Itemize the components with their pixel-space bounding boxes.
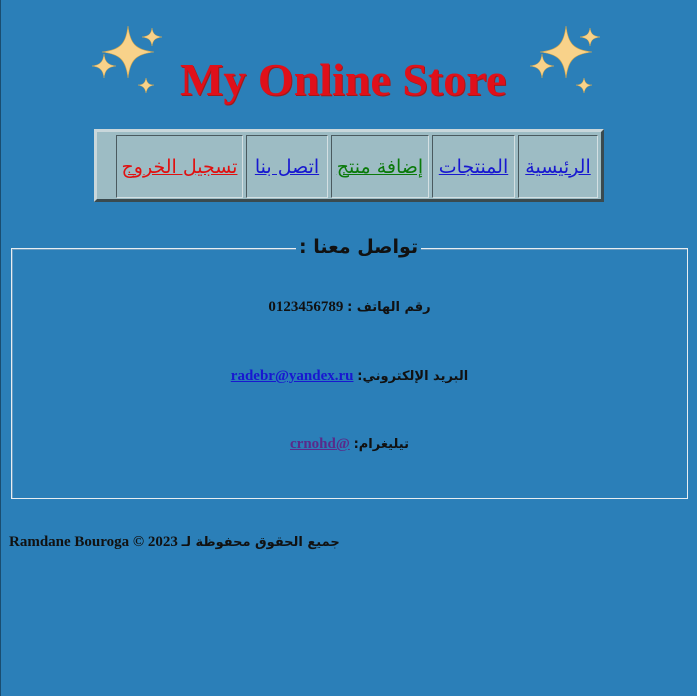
sparkles-icon bbox=[92, 25, 163, 94]
copyright-symbol: © bbox=[132, 534, 145, 550]
sparkles-icon bbox=[530, 25, 601, 94]
email-link[interactable]: radebr@yandex.ru bbox=[231, 368, 354, 384]
nav-add-product-link[interactable]: إضافة منتج bbox=[331, 135, 429, 198]
site-header: My Online Store bbox=[0, 22, 697, 105]
footer-year: 2023 bbox=[147, 534, 178, 550]
contact-legend: تواصل معنا : bbox=[296, 236, 422, 258]
page-left-edge bbox=[0, 0, 1, 696]
phone-label: رقم الهاتف : bbox=[347, 300, 431, 315]
nav-products-link[interactable]: المنتجات bbox=[432, 135, 515, 198]
phone-value: 0123456789 bbox=[268, 299, 344, 315]
telegram-link[interactable]: @crnohd bbox=[290, 436, 350, 452]
footer-copyright: جميع الحقوق محفوظة لـ 2023 © Ramdane Bou… bbox=[9, 534, 340, 551]
footer-author: Ramdane Bouroga bbox=[9, 534, 130, 550]
site-title: My Online Store bbox=[180, 54, 507, 105]
phone-row: رقم الهاتف : 0123456789 bbox=[11, 299, 688, 316]
nav-logout-link[interactable]: تسجيل الخروج bbox=[116, 135, 243, 198]
nav-home-link[interactable]: الرئيسية bbox=[518, 135, 598, 198]
main-nav: الرئيسية المنتجات إضافة منتج اتصل بنا تس… bbox=[94, 129, 604, 202]
email-label: البريد الإلكتروني: bbox=[357, 369, 469, 384]
email-row: البريد الإلكتروني: radebr@yandex.ru bbox=[11, 368, 688, 385]
nav-contact-link[interactable]: اتصل بنا bbox=[246, 135, 328, 198]
footer-rights-text: جميع الحقوق محفوظة لـ bbox=[181, 535, 340, 550]
telegram-label: تيليغرام: bbox=[353, 437, 409, 452]
telegram-row: تيليغرام: @crnohd bbox=[11, 436, 688, 453]
